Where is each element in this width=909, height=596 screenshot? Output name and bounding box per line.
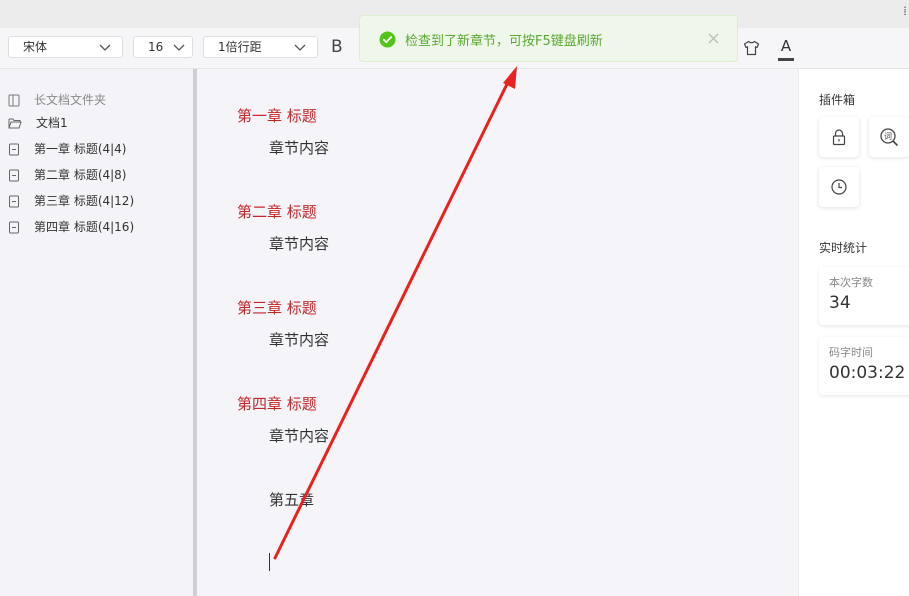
annotation-arrow bbox=[273, 66, 517, 560]
annotation-arrow-shaft bbox=[273, 80, 510, 560]
